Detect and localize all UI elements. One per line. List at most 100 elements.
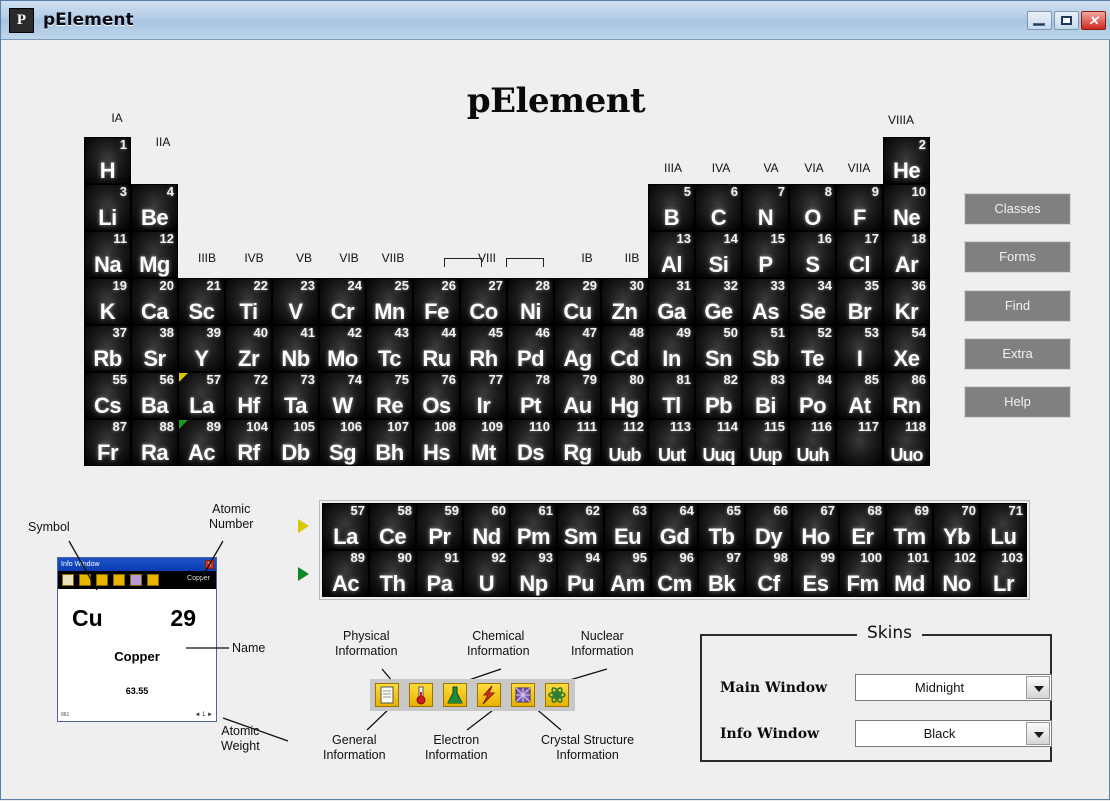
element-cell-Tm[interactable]: 69 Tm: [886, 503, 933, 550]
crystal-structure-information-icon[interactable]: [511, 683, 535, 707]
chevron-down-icon[interactable]: [1026, 676, 1050, 699]
element-cell-Pd[interactable]: 46 Pd: [507, 325, 554, 372]
minimize-button[interactable]: [1027, 11, 1052, 30]
element-cell-Mn[interactable]: 25 Mn: [366, 278, 413, 325]
element-cell-Ni[interactable]: 28 Ni: [507, 278, 554, 325]
element-cell-Es[interactable]: 99 Es: [792, 550, 839, 597]
element-cell-Rn[interactable]: 86 Rn: [883, 372, 930, 419]
element-cell-Ra[interactable]: 88 Ra: [131, 419, 178, 466]
nuclear-information-icon[interactable]: [545, 683, 569, 707]
element-cell-Cu[interactable]: 29 Cu: [554, 278, 601, 325]
element-cell-Ca[interactable]: 20 Ca: [131, 278, 178, 325]
iw-crystal-structure-information-icon[interactable]: [130, 574, 142, 586]
element-cell-Bh[interactable]: 107 Bh: [366, 419, 413, 466]
element-cell-Po[interactable]: 84 Po: [789, 372, 836, 419]
element-cell-Pa[interactable]: 91 Pa: [416, 550, 463, 597]
element-cell-Uub[interactable]: 112 Uub: [601, 419, 648, 466]
element-cell-Ag[interactable]: 47 Ag: [554, 325, 601, 372]
find-button[interactable]: Find: [964, 290, 1071, 322]
element-cell-Nd[interactable]: 60 Nd: [463, 503, 510, 550]
element-cell-Uuq[interactable]: 114 Uuq: [695, 419, 742, 466]
element-cell-W[interactable]: 74 W: [319, 372, 366, 419]
element-cell-Ar[interactable]: 18 Ar: [883, 231, 930, 278]
element-cell-Pt[interactable]: 78 Pt: [507, 372, 554, 419]
element-cell-No[interactable]: 102 No: [933, 550, 980, 597]
element-cell-P[interactable]: 15 P: [742, 231, 789, 278]
element-cell-Ta[interactable]: 73 Ta: [272, 372, 319, 419]
element-cell-Mg[interactable]: 12 Mg: [131, 231, 178, 278]
element-cell-Lr[interactable]: 103 Lr: [980, 550, 1027, 597]
element-cell-U[interactable]: 92 U: [463, 550, 510, 597]
classes-button[interactable]: Classes: [964, 193, 1071, 225]
element-cell-Bi[interactable]: 83 Bi: [742, 372, 789, 419]
element-cell-Cs[interactable]: 55 Cs: [84, 372, 131, 419]
element-cell-Th[interactable]: 90 Th: [369, 550, 416, 597]
close-button[interactable]: ✕: [1081, 11, 1106, 30]
main-window-skin-select[interactable]: Midnight: [855, 674, 1052, 701]
element-cell-K[interactable]: 19 K: [84, 278, 131, 325]
element-cell-Cf[interactable]: 98 Cf: [745, 550, 792, 597]
physical-information-icon[interactable]: [409, 683, 433, 707]
element-cell-Ce[interactable]: 58 Ce: [369, 503, 416, 550]
element-cell-Ru[interactable]: 44 Ru: [413, 325, 460, 372]
element-cell-Li[interactable]: 3 Li: [84, 184, 131, 231]
element-cell-Hg[interactable]: 80 Hg: [601, 372, 648, 419]
element-cell-La[interactable]: 57 La: [322, 503, 369, 550]
element-cell-Dy[interactable]: 66 Dy: [745, 503, 792, 550]
element-cell-Ge[interactable]: 32 Ge: [695, 278, 742, 325]
element-cell-Br[interactable]: 35 Br: [836, 278, 883, 325]
element-cell-Sb[interactable]: 51 Sb: [742, 325, 789, 372]
electron-information-icon[interactable]: [477, 683, 501, 707]
iw-general-information-icon[interactable]: [62, 574, 74, 586]
element-cell-117[interactable]: 117: [836, 419, 883, 466]
element-cell-Mt[interactable]: 109 Mt: [460, 419, 507, 466]
iw-electron-information-icon[interactable]: [113, 574, 125, 586]
element-cell-Rb[interactable]: 37 Rb: [84, 325, 131, 372]
element-cell-Xe[interactable]: 54 Xe: [883, 325, 930, 372]
element-cell-S[interactable]: 16 S: [789, 231, 836, 278]
element-cell-As[interactable]: 33 As: [742, 278, 789, 325]
element-cell-Bk[interactable]: 97 Bk: [698, 550, 745, 597]
element-cell-H[interactable]: 1H: [84, 137, 131, 184]
element-cell-Gd[interactable]: 64 Gd: [651, 503, 698, 550]
element-cell-N[interactable]: 7N: [742, 184, 789, 231]
element-cell-In[interactable]: 49 In: [648, 325, 695, 372]
element-cell-Fe[interactable]: 26 Fe: [413, 278, 460, 325]
element-cell-Ga[interactable]: 31 Ga: [648, 278, 695, 325]
element-cell-Hf[interactable]: 72 Hf: [225, 372, 272, 419]
element-cell-Os[interactable]: 76 Os: [413, 372, 460, 419]
info-window-preview[interactable]: Info Window x Copper Cu 29 Copper 63.55 …: [57, 557, 217, 722]
element-cell-Ti[interactable]: 22 Ti: [225, 278, 272, 325]
element-cell-Eu[interactable]: 63 Eu: [604, 503, 651, 550]
element-cell-Ir[interactable]: 77 Ir: [460, 372, 507, 419]
element-cell-C[interactable]: 6C: [695, 184, 742, 231]
chemical-information-icon[interactable]: [443, 683, 467, 707]
element-cell-Uuo[interactable]: 118 Uuo: [883, 419, 930, 466]
element-cell-Yb[interactable]: 70 Yb: [933, 503, 980, 550]
element-cell-Pb[interactable]: 82 Pb: [695, 372, 742, 419]
element-cell-Sc[interactable]: 21 Sc: [178, 278, 225, 325]
chevron-down-icon[interactable]: [1026, 722, 1050, 745]
element-cell-Ba[interactable]: 56 Ba: [131, 372, 178, 419]
element-cell-Am[interactable]: 95 Am: [604, 550, 651, 597]
info-window-nav[interactable]: ◄ 1 ►: [194, 712, 213, 718]
iw-chemical-information-icon[interactable]: [96, 574, 108, 586]
element-cell-Pu[interactable]: 94 Pu: [557, 550, 604, 597]
element-cell-Cl[interactable]: 17 Cl: [836, 231, 883, 278]
general-information-icon[interactable]: [375, 683, 399, 707]
element-cell-Rf[interactable]: 104 Rf: [225, 419, 272, 466]
element-cell-Tb[interactable]: 65 Tb: [698, 503, 745, 550]
element-cell-Lu[interactable]: 71 Lu: [980, 503, 1027, 550]
element-cell-Fm[interactable]: 100 Fm: [839, 550, 886, 597]
element-cell-Ds[interactable]: 110 Ds: [507, 419, 554, 466]
element-cell-Tl[interactable]: 81 Tl: [648, 372, 695, 419]
element-cell-Np[interactable]: 93 Np: [510, 550, 557, 597]
element-cell-Kr[interactable]: 36 Kr: [883, 278, 930, 325]
element-cell-Pr[interactable]: 59 Pr: [416, 503, 463, 550]
element-cell-Md[interactable]: 101 Md: [886, 550, 933, 597]
element-cell-Pm[interactable]: 61 Pm: [510, 503, 557, 550]
iw-physical-information-icon[interactable]: [79, 574, 91, 586]
element-cell-V[interactable]: 23 V: [272, 278, 319, 325]
element-cell-Uut[interactable]: 113 Uut: [648, 419, 695, 466]
element-cell-Co[interactable]: 27 Co: [460, 278, 507, 325]
